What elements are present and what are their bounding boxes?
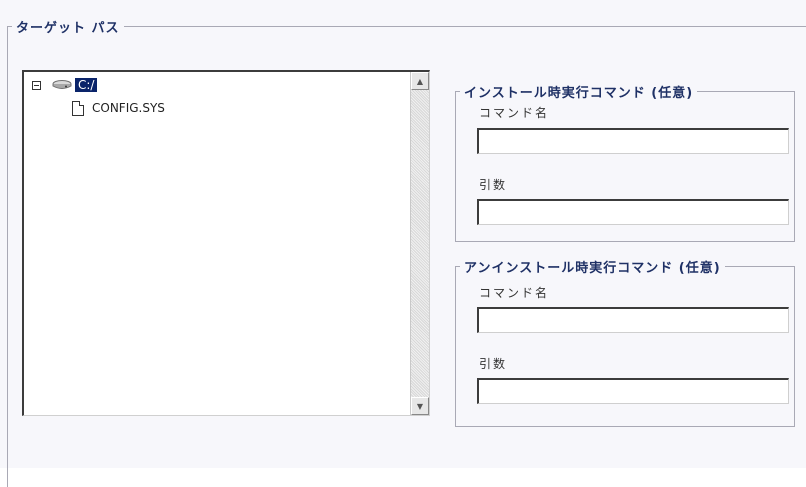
uninstall-command-legend: アンインストール時実行コマンド (任意) xyxy=(464,261,721,276)
file-icon xyxy=(72,100,84,116)
uninstall-args-input[interactable] xyxy=(477,378,789,404)
uninstall-args-label: 引数 xyxy=(479,357,508,371)
hard-drive-icon xyxy=(51,79,73,91)
install-args-input[interactable] xyxy=(477,199,789,225)
tree-node-root[interactable]: C:/ xyxy=(32,76,98,94)
tree-node-root-label[interactable]: C:/ xyxy=(75,78,98,92)
install-command-name-input[interactable] xyxy=(477,128,789,154)
tree-node-file[interactable]: CONFIG.SYS xyxy=(72,99,165,117)
install-command-name-label: コマンド名 xyxy=(479,106,550,120)
tree-node-file-label[interactable]: CONFIG.SYS xyxy=(92,101,165,115)
tree-scrollbar[interactable]: ▲ ▼ xyxy=(410,72,429,415)
install-args-label: 引数 xyxy=(479,178,508,192)
uninstall-command-name-input[interactable] xyxy=(477,307,789,333)
arrow-down-icon[interactable]: ▼ xyxy=(411,397,429,415)
minus-box-icon[interactable] xyxy=(32,80,41,90)
arrow-up-icon[interactable]: ▲ xyxy=(411,72,429,90)
target-path-legend: ターゲット パス xyxy=(16,21,120,36)
uninstall-command-name-label: コマンド名 xyxy=(479,286,550,300)
install-command-legend: インストール時実行コマンド (任意) xyxy=(464,86,694,101)
directory-tree[interactable]: C:/ CONFIG.SYS ▲ ▼ xyxy=(22,70,430,416)
